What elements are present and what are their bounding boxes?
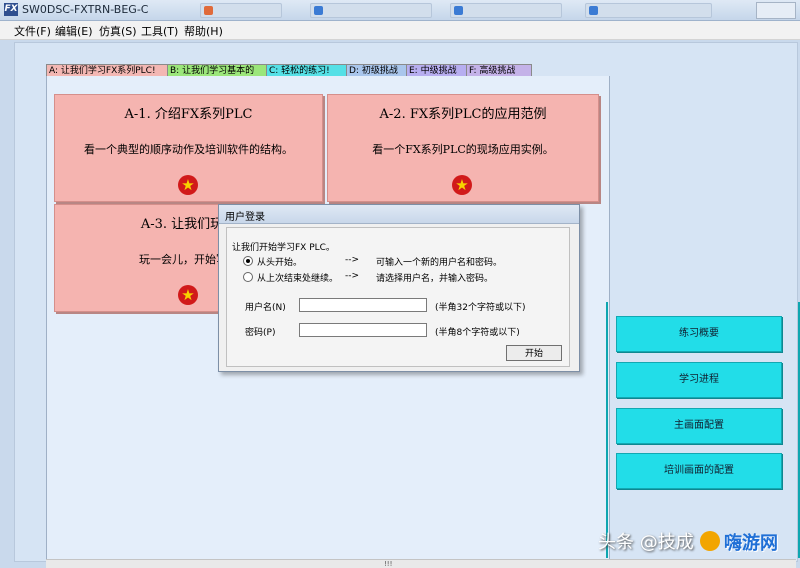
option1-label[interactable]: 从头开始。 <box>257 255 302 268</box>
dialog-prompt: 让我们开始学习FX PLC。 <box>232 243 335 253</box>
background-taskbar-tab <box>585 3 712 18</box>
star-icon[interactable]: ★ <box>178 285 198 305</box>
password-input[interactable] <box>299 323 427 337</box>
dialog-title: 用户登录 <box>225 212 265 223</box>
star-icon[interactable]: ★ <box>178 175 198 195</box>
star-icon[interactable]: ★ <box>452 175 472 195</box>
card-title: A-2. FX系列PLC的应用范例 <box>379 107 547 122</box>
sidebar-button-training-config[interactable]: 培训画面的配置 <box>616 453 782 489</box>
username-input[interactable] <box>299 298 427 312</box>
lesson-card-a2[interactable]: A-2. FX系列PLC的应用范例 看一个FX系列PLC的现场应用实例。 ★ <box>327 94 599 202</box>
username-label: 用户名(N) <box>245 303 286 313</box>
menu-simulate[interactable]: 仿真(S) <box>99 23 137 39</box>
card-title: A-1. 介绍FX系列PLC <box>124 107 253 122</box>
option2-hint: 请选择用户名，并输入密码。 <box>376 274 494 284</box>
arrow-icon: --> <box>345 271 360 281</box>
horizontal-scrollbar[interactable]: !!! <box>46 559 796 568</box>
background-taskbar-tab <box>200 3 282 18</box>
background-taskbar-tab <box>310 3 432 18</box>
watermark-text: 头条 @技成 <box>598 532 694 553</box>
sidebar-button-overview[interactable]: 练习概要 <box>616 316 782 352</box>
app-icon: FX <box>4 3 18 16</box>
option2-label[interactable]: 从上次结束处继续。 <box>257 271 338 284</box>
password-hint: (半角8个字符或以下) <box>435 328 520 338</box>
username-hint: (半角32个字符或以下) <box>435 303 526 313</box>
card-description: 看一个典型的顺序动作及培训软件的结构。 <box>84 143 293 156</box>
sidebar-button-progress[interactable]: 学习进程 <box>616 362 782 398</box>
menu-edit[interactable]: 编辑(E) <box>55 23 93 39</box>
radio-start-new[interactable] <box>243 256 253 266</box>
radio-continue[interactable] <box>243 272 253 282</box>
scrollbar-grip[interactable]: !!! <box>384 560 392 568</box>
arrow-icon: --> <box>345 255 360 265</box>
window-controls[interactable] <box>756 2 796 19</box>
card-description: 看一个FX系列PLC的现场应用实例。 <box>372 143 554 156</box>
lesson-card-a1[interactable]: A-1. 介绍FX系列PLC 看一个典型的顺序动作及培训软件的结构。 ★ <box>54 94 323 202</box>
sidebar-button-main-config[interactable]: 主画面配置 <box>616 408 782 444</box>
background-taskbar-tab <box>450 3 562 18</box>
start-button[interactable]: 开始 <box>506 345 562 361</box>
menu-file[interactable]: 文件(F) <box>14 23 51 39</box>
dialog-body: 让我们开始学习FX PLC。 从头开始。 --> 可输入一个新的用户名和密码。 … <box>226 227 570 367</box>
menu-tools[interactable]: 工具(T) <box>141 23 178 39</box>
window-title: SW0DSC-FXTRN-BEG-C <box>22 3 149 16</box>
menu-bar: 文件(F) 编辑(E) 仿真(S) 工具(T) 帮助(H) <box>0 21 800 40</box>
watermark-logo <box>700 531 720 551</box>
dialog-title-bar[interactable]: 用户登录 <box>219 205 579 224</box>
watermark-brand: 嗨游网 <box>724 533 778 554</box>
login-dialog: 用户登录 让我们开始学习FX PLC。 从头开始。 --> 可输入一个新的用户名… <box>218 204 580 372</box>
title-bar: FX SW0DSC-FXTRN-BEG-C <box>0 0 800 21</box>
menu-help[interactable]: 帮助(H) <box>184 23 223 39</box>
password-label: 密码(P) <box>245 328 276 338</box>
option1-hint: 可输入一个新的用户名和密码。 <box>376 258 503 268</box>
